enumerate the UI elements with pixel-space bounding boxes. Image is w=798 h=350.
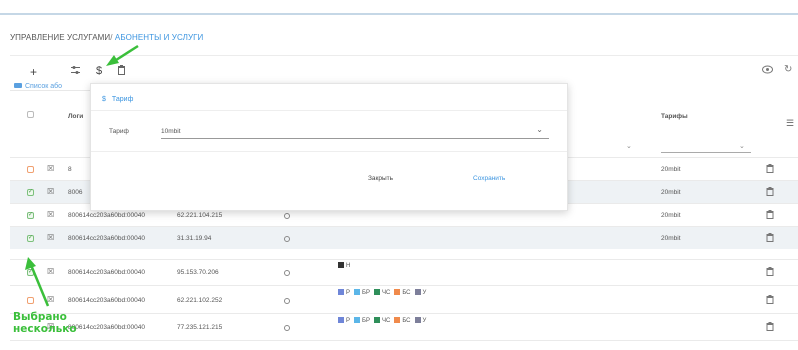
annotation-line-2: несколько — [13, 323, 77, 335]
annotation-arrow-toolbar — [106, 44, 139, 66]
annotation-arrows — [25, 44, 139, 307]
annotation-note: Выбрано несколько — [13, 311, 77, 335]
annotation-arrow-rows — [25, 257, 50, 307]
annotation-line-1: Выбрано — [13, 311, 67, 323]
